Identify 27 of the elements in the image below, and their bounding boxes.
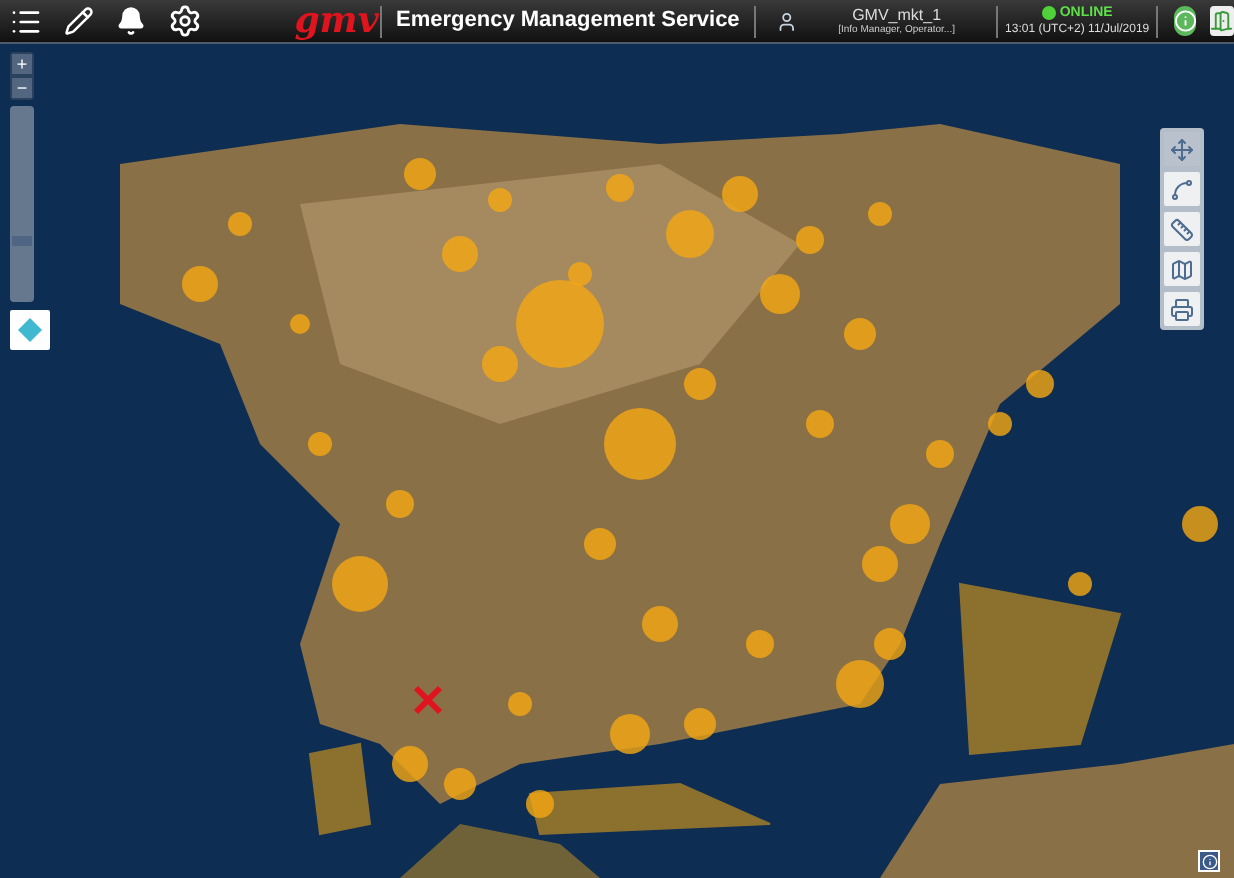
app-title: Emergency Management Service <box>394 6 742 37</box>
measure-icon <box>1170 217 1194 241</box>
diamond-icon <box>16 316 44 344</box>
layers-icon <box>1170 257 1194 281</box>
map-tool-button[interactable] <box>1164 292 1200 326</box>
info-button[interactable] <box>1198 850 1220 872</box>
zoom-in-button[interactable]: + <box>12 54 32 74</box>
bell-icon[interactable] <box>116 6 146 36</box>
user-name: GMV_mkt_1 <box>852 7 942 23</box>
route-icon <box>1170 177 1194 201</box>
print-icon <box>1170 297 1194 321</box>
info-icon[interactable] <box>1173 6 1197 36</box>
logo: gmv <box>294 3 381 39</box>
info-icon <box>1201 853 1217 869</box>
settings-icon[interactable] <box>168 4 202 38</box>
map-tool-button[interactable] <box>1164 212 1200 246</box>
map-tool-button[interactable] <box>1164 172 1200 206</box>
user-avatar-icon <box>775 7 797 35</box>
zoom-out-button[interactable]: − <box>12 78 32 98</box>
menu-icon[interactable] <box>10 5 42 37</box>
zoom-slider-track[interactable] <box>10 106 34 302</box>
pan-icon <box>1170 137 1194 161</box>
map-tool-button[interactable] <box>1164 132 1200 166</box>
zoom-slider-thumb[interactable] <box>12 236 32 247</box>
map-tool-button[interactable] <box>1164 252 1200 286</box>
exit-icon[interactable] <box>1210 6 1234 36</box>
pencil-icon[interactable] <box>64 6 94 36</box>
